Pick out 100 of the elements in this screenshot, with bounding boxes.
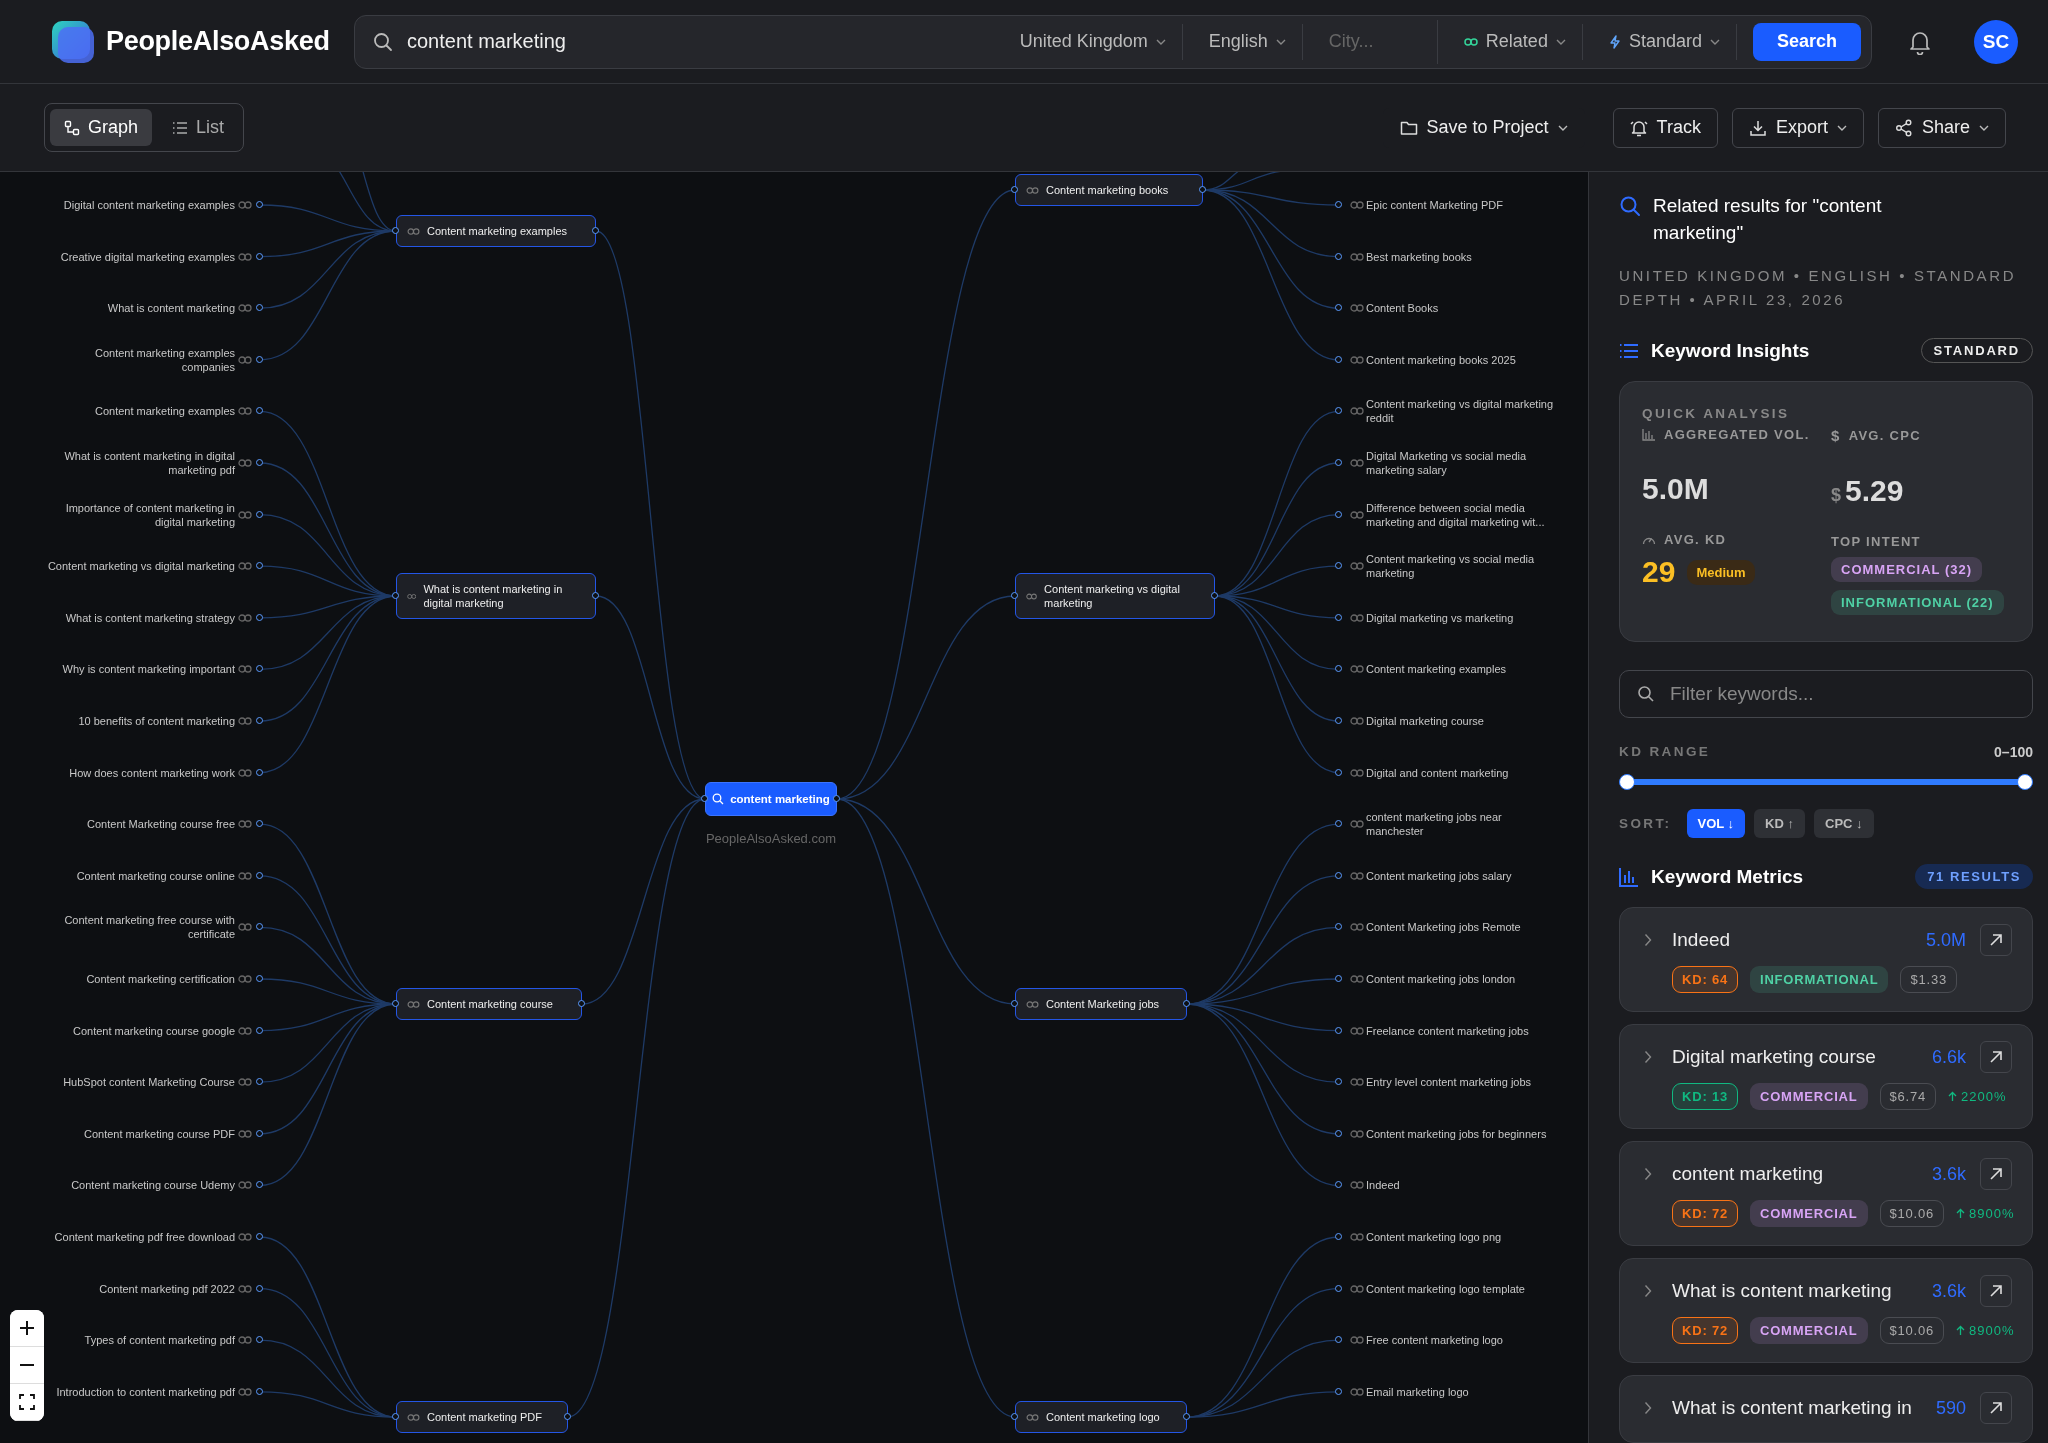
chevron-right-icon[interactable] <box>1644 1167 1652 1181</box>
open-link-button[interactable] <box>1980 1041 2012 1073</box>
keyword-label[interactable]: Content marketing jobs salary <box>1366 868 1512 883</box>
node-handle[interactable] <box>1335 355 1342 363</box>
keyword-card[interactable]: What is content marketing in 590 <box>1619 1375 2033 1443</box>
filter-dropdown[interactable]: United Kingdom <box>1003 23 1183 60</box>
node-handle[interactable] <box>256 871 263 879</box>
node-handle[interactable] <box>1335 201 1342 208</box>
chevron-right-icon[interactable] <box>1644 933 1652 947</box>
node-handle[interactable] <box>1335 1026 1342 1034</box>
sort-button[interactable]: CPC ↓ <box>1814 809 1874 838</box>
keyword-label[interactable]: Epic content Marketing PDF <box>1366 198 1503 212</box>
keyword-label[interactable]: Content marketing examples <box>95 404 235 419</box>
keyword-label[interactable]: Free content marketing logo <box>1366 1333 1503 1348</box>
topic-node[interactable]: Content marketing PDF <box>396 1401 568 1433</box>
keyword-label[interactable]: Content marketing logo template <box>1366 1281 1525 1296</box>
node-handle[interactable] <box>256 252 263 260</box>
node-handle[interactable] <box>256 407 263 415</box>
keyword-label[interactable]: 10 benefits of content marketing <box>78 714 235 728</box>
node-handle[interactable] <box>1335 923 1342 931</box>
root-node[interactable]: content marketing <box>705 782 837 816</box>
keyword-label[interactable]: Content Books <box>1366 301 1439 316</box>
node-handle[interactable] <box>256 459 263 466</box>
keyword-label[interactable]: Content marketing certification <box>86 972 235 986</box>
node-handle[interactable] <box>578 1000 585 1007</box>
node-handle[interactable] <box>256 1078 263 1086</box>
keyword-card[interactable]: Digital marketing course 6.6k KD: 13 COMMERCIAL $6.74 2200% <box>1619 1024 2033 1129</box>
keyword-label[interactable]: What is content marketing in digital marketing pdf <box>47 449 235 477</box>
node-handle[interactable] <box>256 1181 263 1189</box>
keyword-label[interactable]: Content marketing logo png <box>1366 1230 1502 1244</box>
node-handle[interactable] <box>1335 1284 1342 1292</box>
node-handle[interactable] <box>256 562 263 570</box>
node-handle[interactable] <box>256 1387 263 1395</box>
node-handle[interactable] <box>1335 459 1342 466</box>
keyword-card[interactable]: Indeed 5.0M KD: 64 INFORMATIONAL $1.33 <box>1619 907 2033 1012</box>
keyword-label[interactable]: Content marketing pdf 2022 <box>99 1281 235 1296</box>
node-handle[interactable] <box>1335 768 1342 776</box>
keyword-label[interactable]: Content marketing vs digital marketing reddit <box>1366 397 1561 426</box>
keyword-label[interactable]: What is content marketing <box>107 301 235 316</box>
node-handle[interactable] <box>256 768 263 776</box>
keyword-label[interactable]: Content marketing vs social media marketing <box>1366 552 1561 581</box>
node-handle[interactable] <box>256 1336 263 1344</box>
keyword-label[interactable]: Content marketing course google <box>72 1023 235 1038</box>
node-handle[interactable] <box>1335 1387 1342 1395</box>
filter-dropdown[interactable]: Related <box>1447 23 1583 60</box>
keyword-label[interactable]: Creative digital marketing examples <box>60 249 235 264</box>
node-handle[interactable] <box>392 227 399 234</box>
city-field[interactable]: City... <box>1312 19 1438 64</box>
node-handle[interactable] <box>256 820 263 828</box>
node-handle[interactable] <box>1335 1078 1342 1086</box>
node-handle[interactable] <box>392 592 399 599</box>
open-link-button[interactable] <box>1980 1158 2012 1190</box>
keyword-label[interactable]: How does content marketing work <box>69 765 235 780</box>
node-handle[interactable] <box>1335 1233 1342 1240</box>
node-handle[interactable] <box>1011 1000 1018 1007</box>
keyword-label[interactable]: Content marketing pdf free download <box>54 1230 235 1244</box>
node-handle[interactable] <box>1011 186 1018 193</box>
node-handle[interactable] <box>256 923 263 931</box>
keyword-label[interactable]: Content Marketing jobs Remote <box>1366 920 1521 935</box>
filter-dropdown[interactable]: English <box>1192 23 1303 60</box>
toolbar-button[interactable]: Share <box>1877 107 2006 148</box>
topic-node[interactable]: Content marketing course <box>396 988 582 1020</box>
node-handle[interactable] <box>1335 871 1342 879</box>
node-handle[interactable] <box>1335 407 1342 415</box>
node-handle[interactable] <box>1335 1181 1342 1189</box>
node-handle[interactable] <box>1335 1336 1342 1344</box>
topic-node[interactable]: Content marketing examples <box>396 215 596 247</box>
node-handle[interactable] <box>256 1233 263 1240</box>
user-avatar[interactable]: SC <box>1974 19 2018 64</box>
keyword-label[interactable]: Best marketing books <box>1366 249 1472 264</box>
node-handle[interactable] <box>1011 592 1018 599</box>
node-handle[interactable] <box>1335 717 1342 724</box>
keyword-label[interactable]: Digital marketing vs marketing <box>1366 610 1514 625</box>
node-handle[interactable] <box>256 613 263 621</box>
keyword-label[interactable]: Content marketing course Udemy <box>71 1178 235 1193</box>
slider-thumb[interactable] <box>1619 774 1635 790</box>
topic-node[interactable]: What is content marketing in digital marketing <box>396 573 596 619</box>
node-handle[interactable] <box>1335 975 1342 982</box>
keyword-label[interactable]: Indeed <box>1366 1178 1400 1193</box>
chevron-right-icon[interactable] <box>1644 1050 1652 1064</box>
zoom-in-button[interactable] <box>10 1310 44 1347</box>
keyword-label[interactable]: What is content marketing strategy <box>65 610 235 625</box>
toolbar-button[interactable]: Export <box>1731 107 1864 148</box>
node-handle[interactable] <box>1011 1413 1018 1420</box>
chevron-right-icon[interactable] <box>1644 1284 1652 1298</box>
keyword-label[interactable]: Digital content marketing examples <box>63 198 235 212</box>
node-handle[interactable] <box>1211 592 1218 599</box>
keyword-label[interactable]: Content marketing examples companies <box>47 345 235 374</box>
node-handle[interactable] <box>1335 562 1342 570</box>
keyword-label[interactable]: Content marketing books 2025 <box>1366 352 1516 367</box>
keyword-label[interactable]: Digital and content marketing <box>1366 765 1509 780</box>
node-handle[interactable] <box>1335 665 1342 673</box>
view-tab[interactable]: Graph <box>50 109 153 146</box>
slider-thumb[interactable] <box>2017 774 2033 790</box>
node-handle[interactable] <box>1183 1000 1190 1007</box>
node-handle[interactable] <box>256 1129 263 1137</box>
node-handle[interactable] <box>592 227 599 234</box>
sort-button[interactable]: KD ↑ <box>1754 809 1805 838</box>
node-handle[interactable] <box>1183 1413 1190 1420</box>
chevron-right-icon[interactable] <box>1644 1401 1652 1415</box>
